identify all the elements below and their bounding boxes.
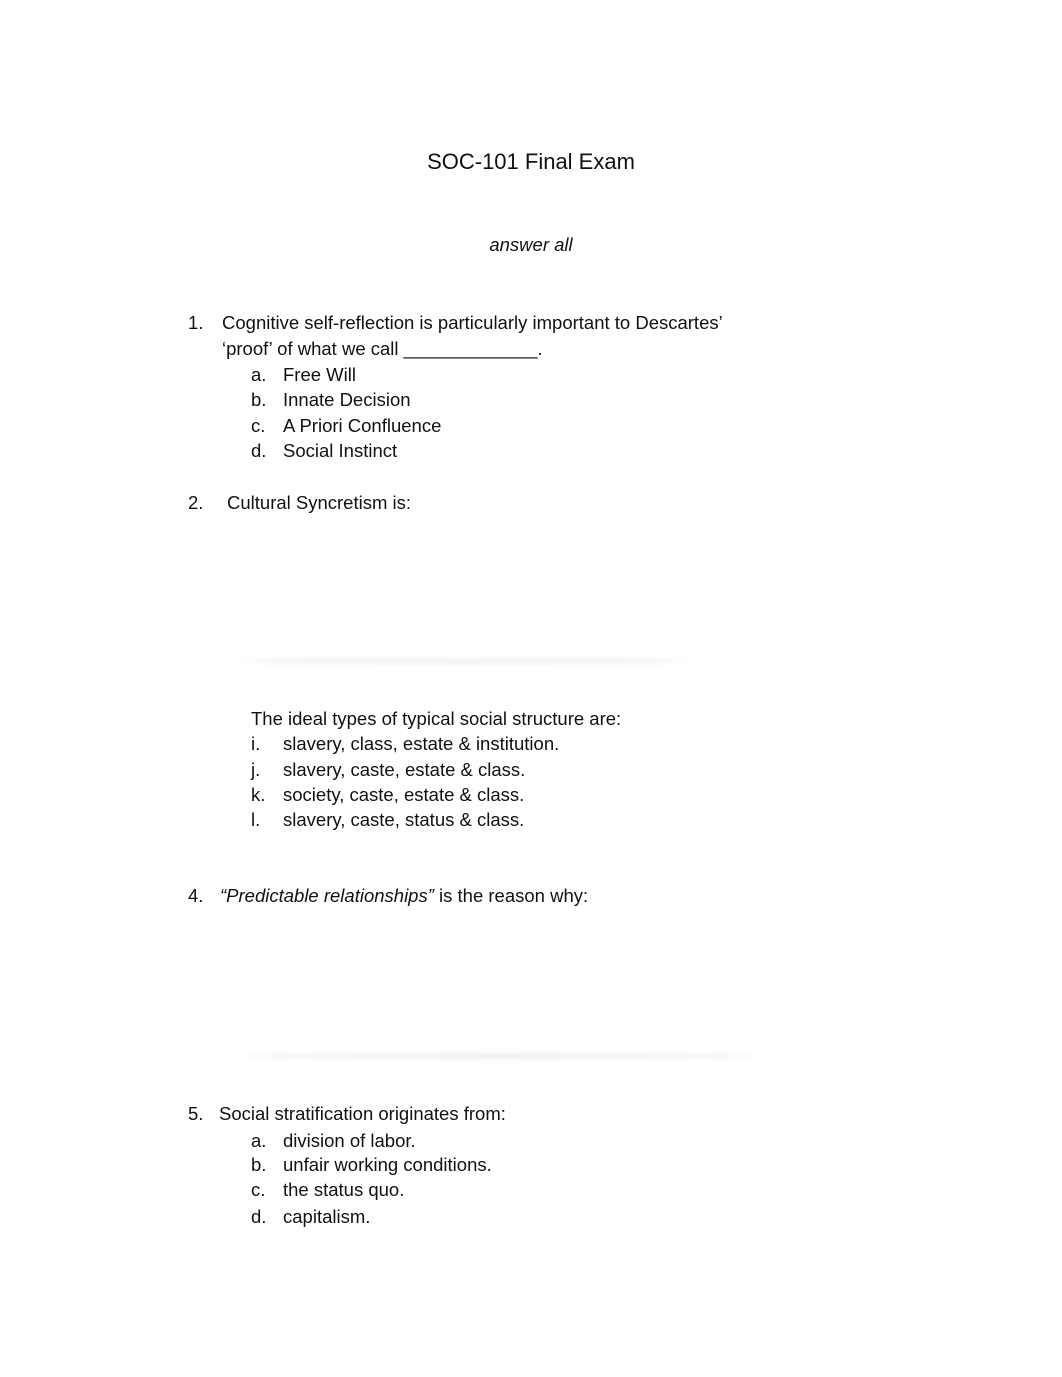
option-letter: i. xyxy=(251,733,261,754)
option-text: slavery, class, estate & institution. xyxy=(283,733,560,754)
question-text: Social stratification originates from: xyxy=(219,1103,506,1124)
question-number: 5. xyxy=(188,1103,204,1124)
option-text: capitalism. xyxy=(283,1206,371,1227)
question-text-line1: Cognitive self-reflection is particularl… xyxy=(222,312,723,333)
option-text: slavery, caste, status & class. xyxy=(283,809,525,830)
option-5a: a. division of labor. xyxy=(251,1130,416,1152)
option-text: the status quo. xyxy=(283,1179,405,1200)
option-3l: l. slavery, caste, status & class. xyxy=(251,809,524,831)
option-letter: b. xyxy=(251,1154,267,1175)
option-letter: c. xyxy=(251,415,266,436)
option-5c: c. the status quo. xyxy=(251,1179,404,1201)
question-text: Cultural Syncretism is: xyxy=(227,492,412,513)
option-letter: l. xyxy=(251,809,261,830)
option-text: Social Instinct xyxy=(283,440,398,461)
option-letter: d. xyxy=(251,440,267,461)
question-number: 4. xyxy=(188,885,204,906)
question-text-italic: “Predictable relationships” xyxy=(220,885,434,906)
question-text-line2: ‘proof’ of what we call _____________. xyxy=(222,338,543,359)
option-text: society, caste, estate & class. xyxy=(283,784,525,805)
option-text: slavery, caste, estate & class. xyxy=(283,759,526,780)
option-1d: d. Social Instinct xyxy=(251,440,397,462)
page-title: SOC-101 Final Exam xyxy=(0,149,1062,175)
option-letter: d. xyxy=(251,1206,267,1227)
title-text: SOC-101 Final Exam xyxy=(427,149,635,174)
option-text: unfair working conditions. xyxy=(283,1154,492,1175)
option-text: division of labor. xyxy=(283,1130,416,1151)
question-text: The ideal types of typical social struct… xyxy=(251,708,622,729)
option-1a: a. Free Will xyxy=(251,364,356,386)
question-number: 2. xyxy=(188,492,204,513)
option-letter: a. xyxy=(251,1130,267,1151)
redacted-answer-divider xyxy=(236,659,692,663)
option-text: A Priori Confluence xyxy=(283,415,442,436)
option-5d: d. capitalism. xyxy=(251,1206,370,1228)
page-subtitle: answer all xyxy=(0,234,1062,256)
option-1b: b. Innate Decision xyxy=(251,389,411,411)
option-letter: b. xyxy=(251,389,267,410)
redacted-answer-divider xyxy=(236,1054,762,1058)
option-letter: a. xyxy=(251,364,267,385)
option-3j: j. slavery, caste, estate & class. xyxy=(251,759,525,781)
option-5b: b. unfair working conditions. xyxy=(251,1154,492,1176)
option-3k: k. society, caste, estate & class. xyxy=(251,784,524,806)
option-3i: i. slavery, class, estate & institution. xyxy=(251,733,559,755)
option-letter: k. xyxy=(251,784,266,805)
option-letter: j. xyxy=(251,759,261,780)
question-text-rest: is the reason why: xyxy=(433,885,589,906)
question-number: 1. xyxy=(188,312,204,333)
option-text: Free Will xyxy=(283,364,356,385)
option-text: Innate Decision xyxy=(283,389,411,410)
subtitle-text: answer all xyxy=(485,234,576,256)
option-1c: c. A Priori Confluence xyxy=(251,415,441,437)
question-text: “Predictable relationships” is the reaso… xyxy=(220,885,588,907)
option-letter: c. xyxy=(251,1179,266,1200)
